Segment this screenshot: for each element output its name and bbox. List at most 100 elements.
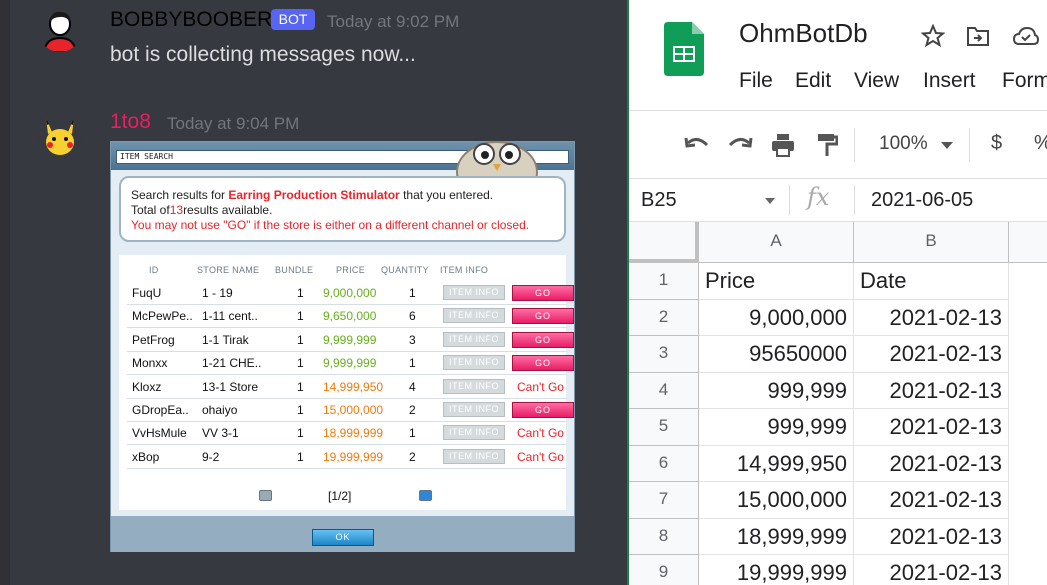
item-info-button[interactable]: ITEM INFO (443, 285, 505, 300)
cant-go-label: Can't Go (517, 426, 564, 441)
ok-button[interactable]: OK (312, 529, 374, 546)
menu-view[interactable]: View (854, 69, 899, 93)
pager-next-button[interactable] (419, 490, 432, 501)
bot-avatar[interactable] (38, 8, 82, 52)
currency-format-button[interactable]: $ (991, 132, 1002, 155)
go-button[interactable]: GO (512, 331, 574, 348)
menu-file[interactable]: File (739, 69, 773, 93)
game-item-search-screenshot[interactable]: ITEM SEARCH Search results for Earring P… (110, 141, 575, 552)
row-header[interactable]: 8 (629, 518, 699, 555)
bundle-cell: 1 (297, 356, 304, 371)
price-cell: 9,000,000 (323, 286, 377, 300)
quantity-cell: 2 (409, 403, 416, 417)
item-info-button[interactable]: ITEM INFO (443, 425, 505, 441)
pager-text: [1/2] (328, 489, 352, 503)
item-info-button[interactable]: ITEM INFO (443, 355, 505, 371)
date-cell[interactable]: 2021-02-13 (854, 518, 1009, 555)
item-info-button[interactable]: ITEM INFO (443, 402, 505, 417)
go-button[interactable]: GO (512, 285, 574, 301)
store-name-cell: 1-1 Tirak (202, 332, 249, 347)
date-cell[interactable]: 2021-02-13 (854, 555, 1009, 585)
user-message-timestamp: Today at 9:04 PM (167, 114, 300, 133)
percent-format-button[interactable]: % (1034, 132, 1047, 155)
row-header[interactable]: 6 (629, 445, 699, 482)
go-button[interactable]: GO (512, 308, 574, 325)
cloud-status-icon[interactable] (1013, 26, 1039, 46)
row-header[interactable]: 9 (629, 555, 699, 585)
pager-prev-button[interactable] (259, 490, 272, 501)
store-name-cell: 1-21 CHE.. (202, 356, 262, 371)
column-header-b[interactable]: B (854, 222, 1009, 263)
seller-id-cell: xBop (132, 449, 160, 464)
star-icon[interactable] (921, 24, 945, 48)
user-author-name[interactable]: 1to8 (110, 110, 151, 134)
bundle-cell: 1 (297, 379, 304, 394)
quantity-cell: 2 (409, 449, 416, 464)
price-cell: 18,999,999 (323, 426, 384, 441)
row-header[interactable]: 7 (629, 482, 699, 519)
price-cell[interactable]: 15,000,000 (699, 482, 854, 519)
total-suffix-text: results available. (183, 203, 273, 217)
item-info-button[interactable]: ITEM INFO (443, 448, 505, 464)
go-button[interactable]: GO (512, 355, 574, 372)
bundle-cell: 1 (297, 286, 304, 300)
price-cell[interactable]: 19,999,999 (699, 555, 854, 585)
row-header[interactable]: 4 (629, 372, 699, 409)
quantity-cell: 3 (409, 332, 416, 347)
price-cell: 14,999,950 (323, 379, 384, 394)
price-cell[interactable]: 95650000 (699, 336, 854, 373)
date-cell[interactable]: 2021-02-13 (854, 299, 1009, 336)
menu-insert[interactable]: Insert (923, 69, 976, 93)
price-header-cell[interactable]: Price (699, 263, 854, 300)
select-all-corner[interactable] (629, 222, 699, 263)
store-name-cell: 9-2 (202, 449, 220, 464)
price-cell[interactable]: 18,999,999 (699, 518, 854, 555)
seller-id-cell: Monxx (132, 356, 168, 371)
price-cell[interactable]: 999,999 (699, 409, 854, 446)
user-avatar[interactable] (38, 114, 82, 158)
row-header[interactable]: 3 (629, 336, 699, 373)
column-header-item-info: ITEM INFO (440, 265, 489, 275)
menu-format[interactable]: Form (1002, 69, 1047, 93)
column-header-a[interactable]: A (699, 222, 854, 263)
bot-badge: BOT (271, 9, 315, 30)
price-cell[interactable]: 999,999 (699, 372, 854, 409)
redo-icon[interactable] (727, 135, 753, 155)
quantity-cell: 1 (409, 426, 416, 441)
column-header-c[interactable] (1009, 222, 1047, 263)
formula-bar: B25 fx 2021-06-05 (629, 178, 1047, 222)
zoom-dropdown-icon[interactable] (941, 142, 953, 150)
item-info-button[interactable]: ITEM INFO (443, 331, 505, 347)
move-to-folder-icon[interactable] (966, 25, 990, 47)
date-cell[interactable]: 2021-02-13 (854, 409, 1009, 446)
date-header-cell[interactable]: Date (854, 263, 1009, 300)
name-box-dropdown-icon[interactable] (765, 198, 775, 205)
paint-format-icon[interactable] (816, 132, 838, 158)
name-box[interactable]: B25 (641, 189, 677, 212)
go-button[interactable]: GO (512, 402, 574, 418)
undo-icon[interactable] (684, 135, 710, 155)
row-header[interactable]: 2 (629, 299, 699, 336)
cant-go-label: Can't Go (517, 449, 564, 464)
sheets-logo-icon[interactable] (664, 22, 704, 76)
menu-edit[interactable]: Edit (795, 69, 831, 93)
column-header-store: STORE NAME (197, 265, 260, 275)
formula-input[interactable]: 2021-06-05 (871, 189, 973, 212)
item-info-button[interactable]: ITEM INFO (443, 378, 505, 394)
document-title[interactable]: OhmBotDb (739, 18, 868, 49)
price-cell[interactable]: 9,000,000 (699, 299, 854, 336)
row-header[interactable]: 1 (629, 263, 699, 300)
price-cell: 9,999,999 (323, 332, 377, 347)
date-cell[interactable]: 2021-02-13 (854, 336, 1009, 373)
zoom-select[interactable]: 100% (879, 133, 928, 155)
item-info-button[interactable]: ITEM INFO (443, 308, 505, 324)
print-icon[interactable] (770, 132, 796, 158)
date-cell[interactable]: 2021-02-13 (854, 445, 1009, 482)
date-cell[interactable]: 2021-02-13 (854, 372, 1009, 409)
row-header[interactable]: 5 (629, 409, 699, 446)
bot-author-name[interactable]: BOBBYBOOBER (110, 8, 272, 32)
formula-separator (789, 185, 790, 215)
date-cell[interactable]: 2021-02-13 (854, 482, 1009, 519)
seller-id-cell: PetFrog (132, 332, 175, 347)
price-cell[interactable]: 14,999,950 (699, 445, 854, 482)
